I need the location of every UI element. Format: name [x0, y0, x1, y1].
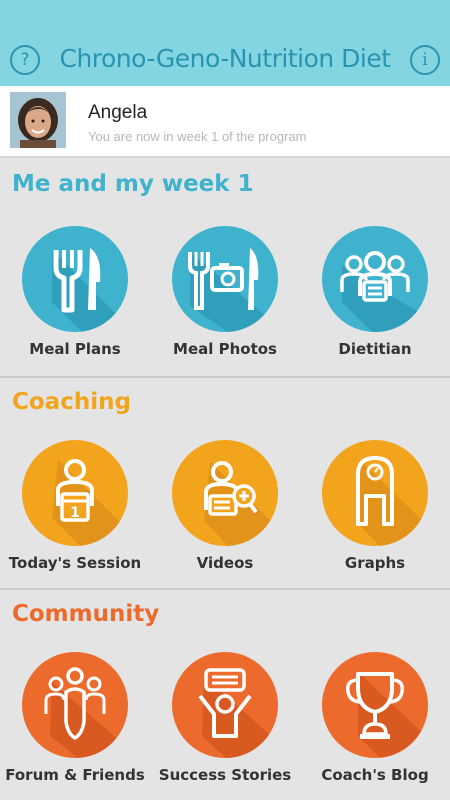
- section-title: Coaching: [12, 389, 131, 415]
- tile-label: Videos: [196, 554, 254, 572]
- section-my-week: Me and my week 1 Meal Plans Meal Photos …: [0, 160, 450, 376]
- tile-label: Coach's Blog: [321, 766, 429, 784]
- tile-label: Today's Session: [8, 554, 142, 572]
- scale-icon[interactable]: [322, 440, 428, 546]
- tile-label: Success Stories: [158, 766, 292, 784]
- fork-knife-icon[interactable]: [22, 226, 128, 332]
- tile-label: Forum & Friends: [5, 766, 145, 784]
- cheering-person-icon[interactable]: [172, 652, 278, 758]
- tile-label: Graphs: [344, 554, 406, 572]
- profile-week-status: You are now in week 1 of the program: [88, 129, 307, 144]
- trophy-icon[interactable]: [322, 652, 428, 758]
- section-community: Community Forum & Friends Success Storie…: [0, 590, 450, 800]
- tile-label: Meal Plans: [29, 340, 121, 358]
- info-icon[interactable]: i: [410, 45, 440, 75]
- section-title: Community: [12, 601, 160, 627]
- app-header: ? Chrono-Geno-Nutrition Diet i: [0, 0, 450, 86]
- avatar[interactable]: [10, 92, 66, 148]
- person-zoom-icon[interactable]: [172, 440, 278, 546]
- app-title: Chrono-Geno-Nutrition Diet: [59, 44, 391, 73]
- trainer-calendar-icon[interactable]: 1: [22, 440, 128, 546]
- tile-label: Meal Photos: [173, 340, 277, 358]
- svg-text:1: 1: [70, 505, 80, 521]
- camera-cutlery-icon[interactable]: [172, 226, 278, 332]
- profile-name: Angela: [88, 102, 148, 123]
- section-title: Me and my week 1: [12, 171, 254, 197]
- profile-card[interactable]: Angela You are now in week 1 of the prog…: [0, 86, 450, 158]
- group-icon[interactable]: [322, 226, 428, 332]
- section-coaching: Coaching 1 Today's Session Videos Graphs: [0, 378, 450, 588]
- people-icon[interactable]: [22, 652, 128, 758]
- tile-label: Dietitian: [338, 340, 412, 358]
